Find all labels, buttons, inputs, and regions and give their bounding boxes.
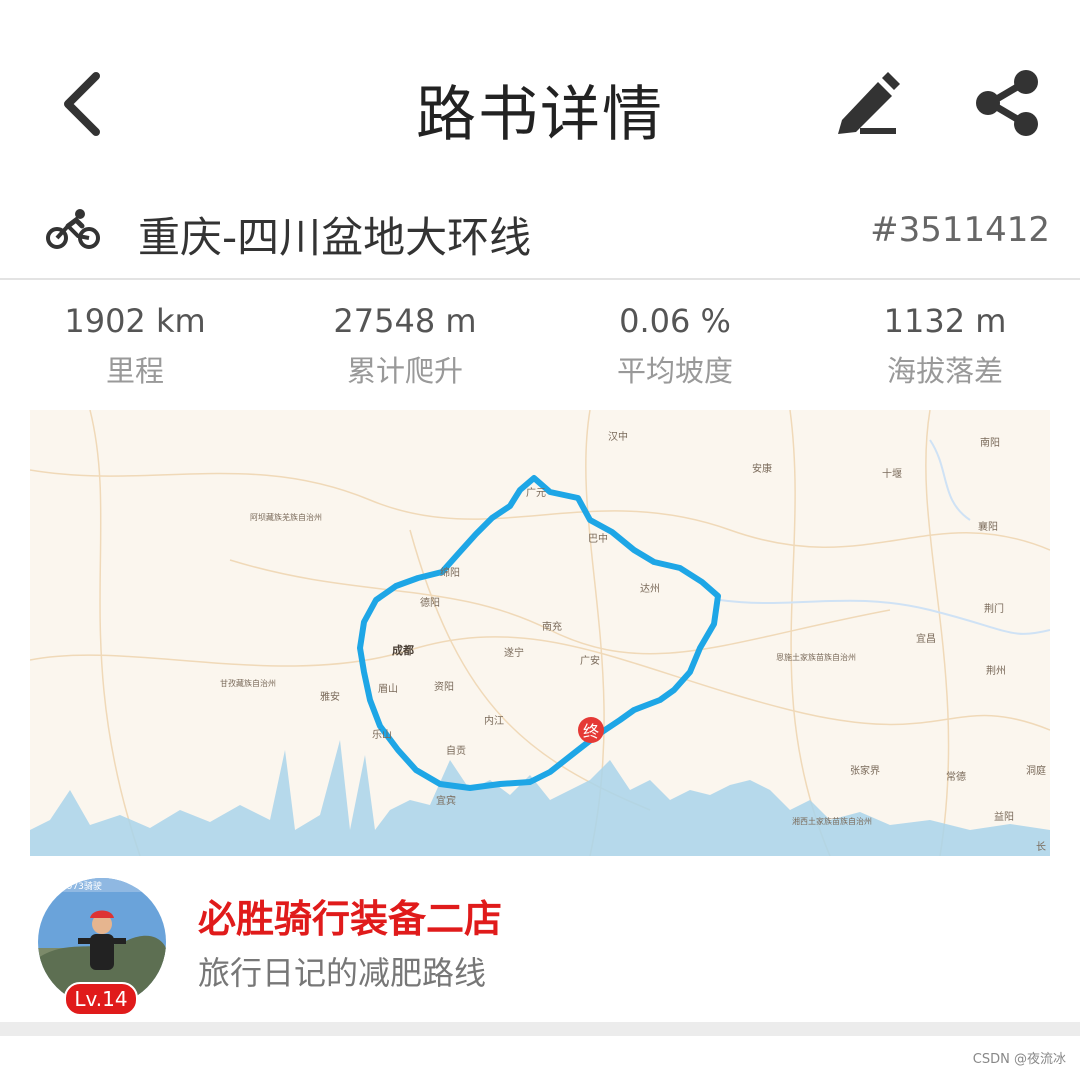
user-row[interactable]: 骑1973骑驶 Lv.14 必胜骑行装备二店 旅行日记的减肥路线	[0, 870, 1080, 1020]
place-label: 内江	[484, 714, 504, 727]
place-label: 广元	[526, 487, 546, 499]
stat-value: 27548 m	[333, 302, 477, 340]
stat-value: 0.06 %	[619, 302, 731, 340]
route-name: 重庆-四川盆地大环线	[138, 213, 532, 262]
place-label: 巴中	[588, 532, 608, 545]
stat-label: 里程	[105, 354, 164, 388]
place-label: 乐山	[372, 729, 392, 741]
share-icon[interactable]	[972, 70, 1044, 136]
stat-grade: 0.06 % 平均坡度	[540, 302, 810, 390]
place-label: 广安	[580, 654, 600, 667]
place-label: 自贡	[446, 744, 466, 757]
stat-climb: 27548 m 累计爬升	[270, 302, 540, 390]
place-label: 雅安	[320, 690, 340, 703]
place-label: 阿坝藏族羌族自治州	[250, 512, 322, 522]
stats-row: 1902 km 里程 27548 m 累计爬升 0.06 % 平均坡度 1132…	[0, 302, 1080, 402]
stat-value: 1132 m	[883, 302, 1007, 340]
place-label: 襄阳	[978, 520, 998, 533]
place-label: 成都	[392, 643, 414, 657]
place-label: 荆门	[984, 602, 1004, 615]
stat-label: 海拔落差	[886, 354, 1003, 388]
place-label: 南阳	[980, 436, 1000, 449]
stat-elevation: 1132 m 海拔落差	[810, 302, 1080, 390]
watermark: CSDN @夜流冰	[972, 1052, 1066, 1067]
place-label: 安康	[752, 462, 772, 475]
route-id: #3511412	[870, 210, 1050, 250]
place-label: 长	[1036, 841, 1046, 853]
page-title: 路书详情	[416, 80, 664, 150]
section-divider	[0, 1022, 1080, 1036]
stat-distance: 1902 km 里程	[0, 302, 270, 390]
place-label: 宜昌	[916, 632, 936, 645]
place-label: 资阳	[434, 681, 454, 693]
place-label: 宜宾	[436, 794, 456, 807]
place-label: 汉中	[608, 430, 628, 443]
place-label: 荆州	[986, 664, 1006, 677]
place-label: 湘西土家族苗族自治州	[792, 816, 872, 826]
place-label: 达州	[640, 583, 660, 595]
route-map[interactable]: 终 汉中 安康 十堰 南阳 阿坝藏族羌族自治州 广元 巴中 襄阳 绵阳 达州 德…	[30, 410, 1050, 856]
place-label: 德阳	[420, 596, 440, 609]
stat-label: 累计爬升	[346, 354, 463, 388]
place-label: 遂宁	[504, 646, 524, 659]
place-label: 益阳	[994, 810, 1014, 823]
place-label: 洞庭	[1026, 764, 1046, 777]
user-name[interactable]: 必胜骑行装备二店	[198, 888, 502, 943]
place-label: 张家界	[850, 764, 880, 777]
place-label: 眉山	[378, 683, 398, 695]
stat-value: 1902 km	[64, 302, 206, 340]
route-description: 旅行日记的减肥路线	[198, 954, 487, 992]
route-header: 重庆-四川盆地大环线 #3511412	[0, 190, 1080, 280]
place-label: 常德	[946, 770, 966, 783]
place-label: 绵阳	[440, 566, 460, 579]
place-label: 南充	[542, 620, 562, 633]
level-badge: Lv.14	[64, 982, 138, 1016]
stat-label: 平均坡度	[616, 354, 733, 388]
place-label: 恩施土家族苗族自治州	[776, 652, 856, 662]
top-bar: 路书详情	[0, 0, 1080, 190]
place-label: 甘孜藏族自治州	[220, 678, 276, 688]
end-marker-label: 终	[583, 722, 599, 741]
bicycle-icon	[46, 209, 100, 249]
pencil-icon[interactable]	[830, 68, 902, 138]
avatar-caption: 骑1973骑驶	[52, 880, 102, 892]
map-canvas: 终 汉中 安康 十堰 南阳 阿坝藏族羌族自治州 广元 巴中 襄阳 绵阳 达州 德…	[30, 410, 1050, 856]
avatar[interactable]: 骑1973骑驶 Lv.14	[38, 878, 168, 1016]
place-label: 十堰	[882, 467, 902, 480]
